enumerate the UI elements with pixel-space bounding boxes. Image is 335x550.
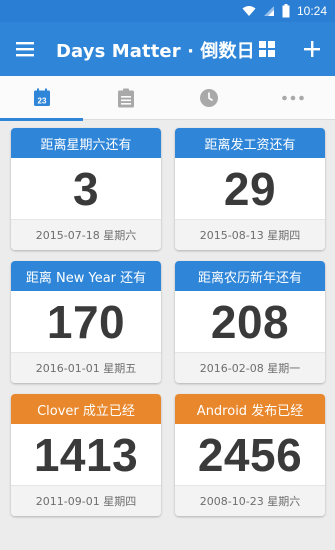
- card-title: 距离 New Year 还有: [11, 261, 161, 291]
- countdown-card[interactable]: 距离农历新年还有 208 2016-02-08 星期一: [175, 261, 325, 383]
- card-days: 208: [210, 295, 290, 348]
- tab-list[interactable]: [84, 76, 167, 120]
- app-bar: Days Matter · 倒数日: [0, 22, 335, 76]
- status-bar: 10:24: [0, 0, 335, 22]
- calendar-day-label: 23: [37, 97, 46, 106]
- elapsed-card[interactable]: Clover 成立已经 1413 2011-09-01 星期四: [11, 394, 161, 516]
- countdown-card[interactable]: 距离 New Year 还有 170 2016-01-01 星期五: [11, 261, 161, 383]
- card-date: 2015-07-18 星期六: [11, 219, 161, 250]
- card-title: 距离发工资还有: [175, 128, 325, 158]
- more-icon: [281, 95, 304, 101]
- card-days: 29: [223, 162, 277, 215]
- countdown-card[interactable]: 距离星期六还有 3 2015-07-18 星期六: [11, 128, 161, 250]
- tab-active-indicator: [0, 118, 83, 121]
- menu-icon[interactable]: [14, 38, 36, 60]
- card-title: Android 发布已经: [175, 394, 325, 424]
- status-time: 10:24: [296, 4, 327, 18]
- countdown-card[interactable]: 距离发工资还有 29 2015-08-13 星期四: [175, 128, 325, 250]
- card-date: 2016-01-01 星期五: [11, 352, 161, 383]
- card-title: Clover 成立已经: [11, 394, 161, 424]
- card-date: 2015-08-13 星期四: [175, 219, 325, 250]
- calendar-icon: 23: [33, 88, 50, 106]
- card-date: 2011-09-01 星期四: [11, 485, 161, 516]
- battery-icon: [282, 4, 290, 18]
- add-icon[interactable]: [300, 37, 324, 61]
- card-title: 距离星期六还有: [11, 128, 161, 158]
- app-title: Days Matter · 倒数日: [56, 41, 255, 62]
- tab-bar: 23: [0, 76, 335, 121]
- tab-more[interactable]: [251, 76, 334, 120]
- elapsed-card[interactable]: Android 发布已经 2456 2008-10-23 星期六: [175, 394, 325, 516]
- grid-view-icon[interactable]: [256, 38, 278, 60]
- clock-icon: [199, 89, 218, 107]
- card-days: 2456: [197, 428, 303, 481]
- card-days: 170: [46, 295, 126, 348]
- card-days: 1413: [33, 428, 139, 481]
- card-date: 2016-02-08 星期一: [175, 352, 325, 383]
- tab-calendar[interactable]: 23: [0, 76, 83, 121]
- clipboard-icon: [117, 88, 134, 108]
- card-date: 2008-10-23 星期六: [175, 485, 325, 516]
- card-title: 距离农历新年还有: [175, 261, 325, 291]
- tab-clock[interactable]: [167, 76, 250, 120]
- card-days: 3: [72, 162, 100, 215]
- wifi-icon: [242, 6, 256, 16]
- signal-icon: [263, 6, 274, 16]
- status-icons: 10:24: [242, 3, 327, 19]
